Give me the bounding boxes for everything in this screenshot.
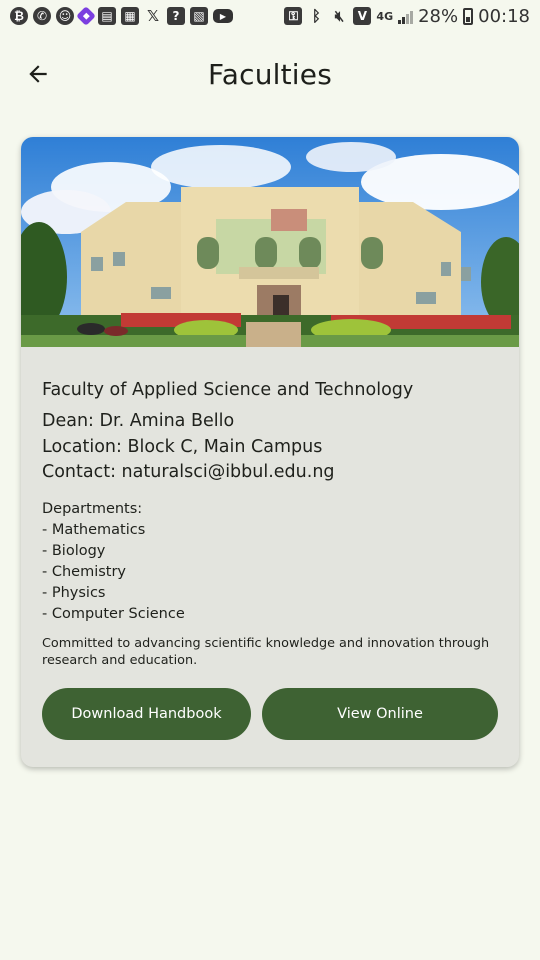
signal-strength-icon [398,8,414,24]
back-button[interactable] [20,56,56,92]
clock-time: 00:18 [478,5,530,27]
whatsapp-icon: ✆ [33,7,51,25]
faculty-details: Faculty of Applied Science and Technolog… [21,380,519,669]
page-title: Faculties [208,57,332,91]
faculty-description: Committed to advancing scientific knowle… [42,635,490,668]
help-icon: ? [167,7,185,25]
app-header: Faculties [0,44,540,104]
sim-card-icon: ▦ [121,7,139,25]
department-item: - Biology [42,542,106,559]
bitcoin-app-icon: ₿ [10,7,28,25]
arrow-left-icon [29,65,47,83]
location-text: Location: Block C, Main Campus [42,436,323,457]
department-item: - Computer Science [42,605,185,622]
faculty-info: Dean: Dr. Amina Bello Location: Block C,… [42,409,498,486]
app-diamond-icon: ◆ [76,6,96,26]
system-indicators: ⚿ ᛒ 🔇︎ V 4G 28% 00:18 [284,6,530,27]
contact-text: Contact: naturalsci@ibbul.edu.ng [42,462,335,482]
card-actions: Download Handbook View Online [42,688,498,740]
bluetooth-icon: ᛒ [311,7,321,25]
faculty-card: Faculty of Applied Science and Technolog… [21,137,519,767]
network-type: 4G [376,9,394,23]
department-item: - Chemistry [42,563,127,580]
faculty-building-image [21,137,519,347]
mute-icon: 🔇︎ [334,7,345,25]
snapchat-icon: ☺ [56,7,74,25]
departments-list: Departments: - Mathematics - Biology - C… [42,499,498,625]
image-icon: ▧ [190,7,208,25]
battery-percent: 28% [418,5,459,27]
battery-icon [463,7,474,25]
view-online-button[interactable]: View Online [262,688,498,740]
status-bar: ₿ ✆ ☺ ◆ ▤ ▦ 𝕏 ? ▧ ▶ ⚿ ᛒ 🔇︎ V 4G 28% 00:1… [0,0,540,32]
volte-icon: V [353,7,372,25]
dean-text: Dean: Dr. Amina Bello [42,411,235,431]
faculty-name: Faculty of Applied Science and Technolog… [42,380,414,400]
department-item: - Physics [42,584,106,601]
departments-heading: Departments: [42,500,143,517]
notification-icons: ₿ ✆ ☺ ◆ ▤ ▦ 𝕏 ? ▧ ▶ [10,6,233,26]
document-icon: ▤ [98,7,116,25]
lock-icon: ⚿ [284,7,303,25]
youtube-icon: ▶ [213,9,233,23]
x-twitter-icon: 𝕏 [146,7,160,25]
department-item: - Mathematics [42,521,146,538]
download-handbook-button[interactable]: Download Handbook [42,688,251,740]
